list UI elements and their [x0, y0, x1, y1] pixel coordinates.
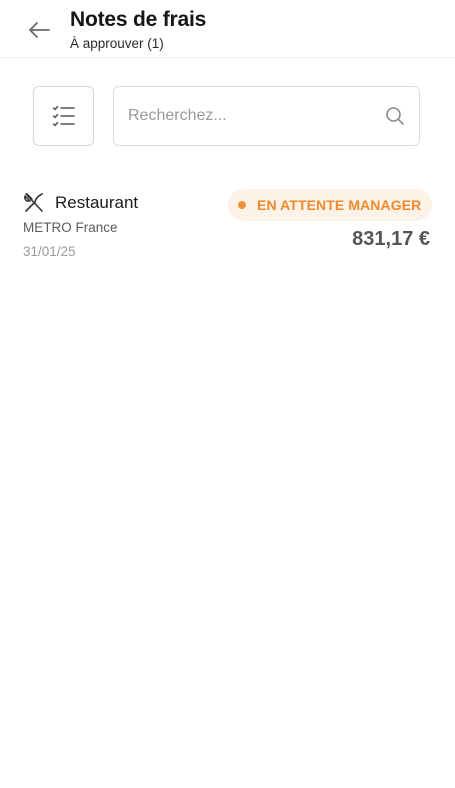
arrow-left-icon [29, 22, 50, 38]
back-button[interactable] [22, 16, 56, 44]
search-box [113, 86, 420, 146]
expense-merchant: METRO France [23, 220, 118, 235]
expense-date: 31/01/25 [23, 244, 76, 259]
status-text: EN ATTENTE MANAGER [257, 197, 422, 213]
filter-button[interactable] [33, 86, 94, 146]
status-dot [238, 201, 246, 209]
page-subtitle: À approuver (1) [70, 36, 164, 51]
expense-amount: 831,17 € [352, 228, 430, 250]
page-title: Notes de frais [70, 8, 207, 31]
search-input[interactable] [128, 87, 378, 144]
expense-category: Restaurant [55, 193, 139, 212]
app-header: Notes de frais À approuver (1) [0, 0, 455, 58]
expense-list-item[interactable]: Restaurant METRO France 31/01/25 EN ATTE… [0, 182, 455, 272]
status-badge: EN ATTENTE MANAGER [228, 189, 433, 221]
checklist-filter-icon [52, 105, 75, 127]
search-icon[interactable] [385, 106, 405, 126]
fork-knife-icon [24, 193, 43, 212]
